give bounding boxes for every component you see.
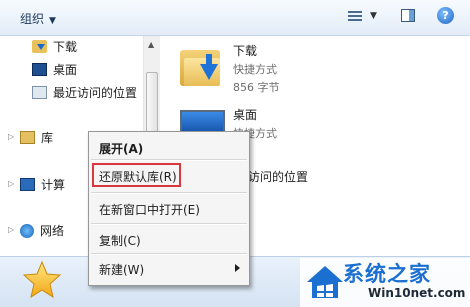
file-size: 856 字节	[233, 81, 280, 94]
menu-item-expand[interactable]: 展开(A)	[99, 140, 143, 157]
recent-places-icon	[32, 86, 47, 99]
organize-label: 组织	[20, 12, 45, 26]
file-name[interactable]: 访问的位置	[248, 168, 308, 185]
file-type: 快捷方式	[233, 63, 277, 76]
scroll-up-icon[interactable]: ▲	[148, 40, 154, 49]
network-icon	[20, 223, 34, 238]
nav-item-label: 网络	[40, 224, 65, 238]
file-name[interactable]: 下载	[233, 42, 257, 59]
watermark-title: 系统之家	[343, 262, 431, 286]
nav-item-recent-places[interactable]: 最近访问的位置	[32, 84, 137, 101]
nav-item-label: 最近访问的位置	[53, 86, 138, 100]
library-icon	[20, 131, 35, 144]
menu-item-restore-default-libraries[interactable]: 还原默认库(R)	[99, 168, 177, 185]
expand-arrow-icon[interactable]: ▷	[8, 225, 14, 234]
nav-item-label: 下载	[53, 40, 78, 54]
command-bar: 组织 ▼ ▼ ?	[0, 0, 470, 36]
menu-separator	[91, 223, 247, 225]
view-chevron-down-icon[interactable]: ▼	[370, 11, 377, 21]
menu-separator	[91, 253, 247, 255]
context-menu: 展开(A) 还原默认库(R) 在新窗口中打开(E) 复制(C) 新建(W)	[88, 131, 250, 286]
file-name[interactable]: 桌面	[233, 106, 257, 123]
submenu-arrow-icon	[235, 264, 240, 272]
nav-item-desktop[interactable]: 桌面	[32, 61, 77, 78]
preview-pane-icon[interactable]	[401, 9, 415, 22]
expand-arrow-icon[interactable]: ▷	[8, 132, 14, 141]
help-icon[interactable]: ?	[437, 7, 454, 24]
view-options-icon[interactable]	[348, 9, 362, 23]
watermark-url: Win10net.com	[368, 286, 466, 300]
favorites-star-icon	[22, 260, 62, 299]
chevron-down-icon: ▼	[49, 16, 56, 26]
nav-item-label: 库	[41, 131, 54, 145]
expand-arrow-icon[interactable]: ▷	[8, 179, 14, 188]
organize-menu-button[interactable]: 组织 ▼	[20, 10, 56, 27]
nav-item-downloads[interactable]: 下载	[32, 38, 77, 55]
downloads-folder-icon	[32, 40, 47, 53]
nav-item-computer[interactable]: 计算	[20, 176, 65, 193]
menu-separator	[91, 159, 247, 161]
desktop-icon	[32, 63, 47, 76]
nav-item-network[interactable]: 网络	[20, 222, 64, 239]
downloads-folder-icon[interactable]	[178, 46, 222, 88]
watermark-logo-icon	[307, 266, 343, 298]
computer-icon	[20, 178, 35, 191]
nav-item-libraries[interactable]: 库	[20, 129, 53, 146]
nav-item-label: 桌面	[53, 63, 78, 77]
menu-item-copy[interactable]: 复制(C)	[99, 232, 141, 249]
menu-item-new[interactable]: 新建(W)	[99, 261, 144, 278]
menu-separator	[91, 192, 247, 194]
menu-item-open-new-window[interactable]: 在新窗口中打开(E)	[99, 201, 200, 218]
nav-item-label: 计算	[41, 178, 66, 192]
